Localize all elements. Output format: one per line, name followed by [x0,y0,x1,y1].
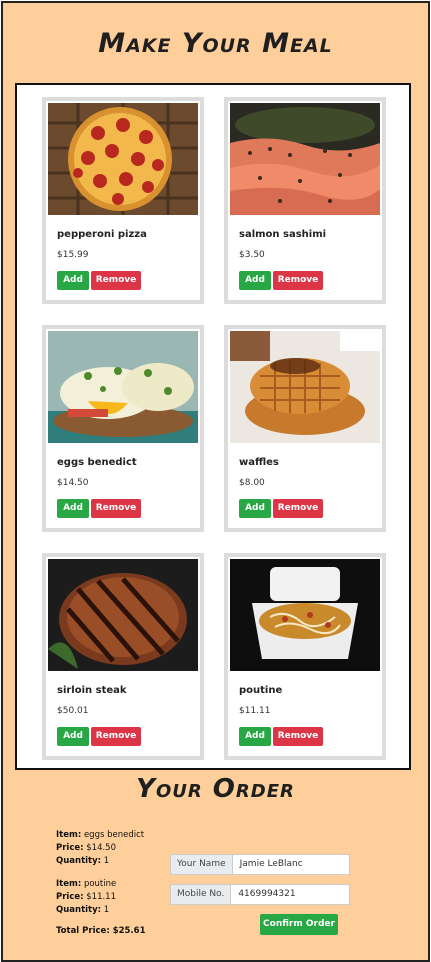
menu-card: eggs benedict $14.50 Add Remove [42,325,204,532]
order-line-item: Item: eggs benedict [56,830,145,840]
order-summary: Item: eggs benedict Price: $14.50 Quanti… [56,829,144,917]
order-line-item: Item: poutine [56,879,117,889]
order-line-quantity: Quantity: 1 [56,856,110,866]
poutine-image [230,559,380,671]
mobile-field-value[interactable]: 4169994321 [231,885,302,904]
remove-button[interactable]: Remove [273,499,323,518]
menu-item-name: waffles [239,457,279,468]
salmon-sashimi-image [230,103,380,215]
order-line-price: Price: $14.50 [56,843,116,853]
add-button[interactable]: Add [239,499,271,518]
menu-card: pepperoni pizza $15.99 Add Remove [42,97,204,304]
sirloin-steak-image [48,559,198,671]
pepperoni-pizza-image [48,103,198,215]
menu-item-price: $8.00 [239,478,265,488]
order-title: Your Order [136,774,295,804]
add-button[interactable]: Add [239,727,271,746]
menu-item-name: poutine [239,685,283,696]
name-field[interactable]: Your Name Jamie LeBlanc [170,854,350,875]
menu-grid: pepperoni pizza $15.99 Add Remove salmon… [15,83,411,770]
menu-card: salmon sashimi $3.50 Add Remove [224,97,386,304]
name-field-label: Your Name [171,855,233,874]
menu-item-price: $50.01 [57,706,89,716]
menu-card: waffles $8.00 Add Remove [224,325,386,532]
remove-button[interactable]: Remove [273,271,323,290]
remove-button[interactable]: Remove [91,727,141,746]
name-field-value[interactable]: Jamie LeBlanc [233,855,310,874]
remove-button[interactable]: Remove [91,271,141,290]
eggs-benedict-image [48,331,198,443]
menu-item-name: eggs benedict [57,457,137,468]
menu-item-name: sirloin steak [57,685,127,696]
menu-item-price: $14.50 [57,478,89,488]
mobile-field-label: Mobile No. [171,885,232,904]
order-line-quantity: Quantity: 1 [56,905,110,915]
menu-item-price: $11.11 [239,706,271,716]
remove-button[interactable]: Remove [91,499,141,518]
add-button[interactable]: Add [239,271,271,290]
add-button[interactable]: Add [57,499,89,518]
confirm-order-button[interactable]: Confirm Order [260,914,338,935]
remove-button[interactable]: Remove [273,727,323,746]
total-price: Total Price: $25.61 [56,926,146,936]
page-title: Make Your Meal [98,28,333,59]
waffles-image [230,331,380,443]
add-button[interactable]: Add [57,727,89,746]
order-line-price: Price: $11.11 [56,892,116,902]
menu-card: poutine $11.11 Add Remove [224,553,386,760]
add-button[interactable]: Add [57,271,89,290]
menu-item-price: $3.50 [239,250,265,260]
menu-card: sirloin steak $50.01 Add Remove [42,553,204,760]
mobile-field[interactable]: Mobile No. 4169994321 [170,884,350,905]
menu-item-price: $15.99 [57,250,89,260]
menu-item-name: pepperoni pizza [57,229,147,240]
menu-item-name: salmon sashimi [239,229,327,240]
